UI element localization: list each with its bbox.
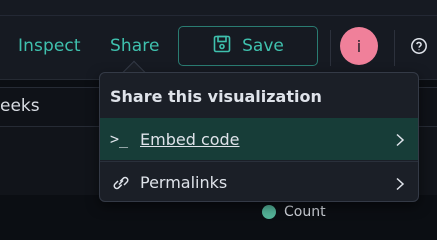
- save-icon: [212, 34, 232, 59]
- terminal-icon: >_: [110, 130, 129, 148]
- chevron-right-icon: [394, 176, 406, 190]
- header-divider: [330, 30, 331, 66]
- share-popover: Share this visualization >_ Embed code P…: [99, 72, 419, 202]
- legend-color-swatch: [262, 205, 276, 219]
- kibana-visualization-view: Inspect Share Save i eeks Count Share th…: [0, 0, 437, 226]
- inspect-link[interactable]: Inspect: [18, 34, 81, 58]
- header-divider: [394, 30, 395, 66]
- query-value: eeks: [0, 96, 40, 116]
- top-divider: [0, 15, 437, 16]
- menu-item-label: Permalinks: [140, 173, 228, 192]
- user-avatar[interactable]: i: [340, 27, 378, 65]
- save-button-label: Save: [242, 36, 284, 56]
- share-link[interactable]: Share: [110, 34, 160, 58]
- chart-legend[interactable]: Count: [262, 204, 326, 220]
- legend-label: Count: [284, 204, 326, 220]
- help-icon[interactable]: [410, 37, 428, 55]
- menu-item-embed-code[interactable]: >_ Embed code: [100, 118, 418, 160]
- popover-title: Share this visualization: [110, 87, 322, 106]
- chevron-right-icon: [394, 132, 406, 147]
- top-nav-bar: Inspect Share Save i: [0, 0, 437, 80]
- menu-item-label: Embed code: [140, 129, 240, 149]
- link-icon: [110, 173, 132, 193]
- save-button[interactable]: Save: [178, 26, 318, 66]
- menu-item-permalinks[interactable]: Permalinks: [100, 161, 418, 203]
